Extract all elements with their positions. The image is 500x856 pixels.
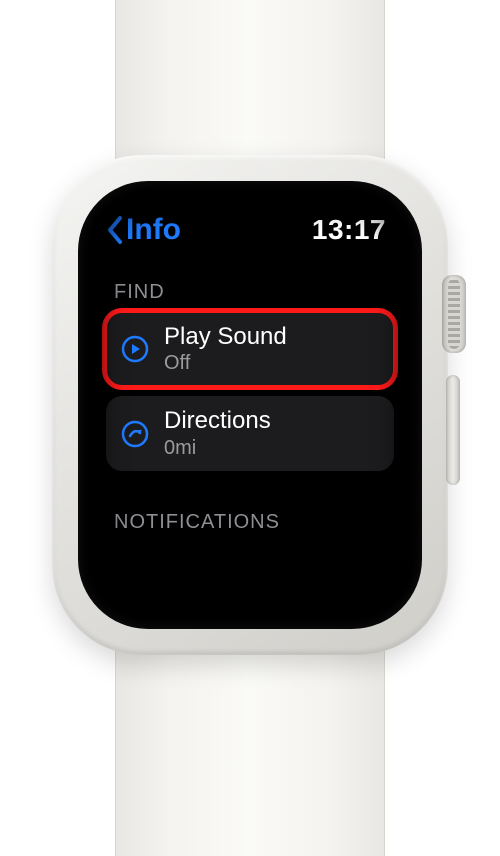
watch-band-bottom [115,626,385,856]
side-button[interactable] [446,375,460,485]
back-button[interactable]: Info [106,213,181,247]
back-label: Info [126,213,181,247]
cell-title: Play Sound [164,324,287,350]
digital-crown[interactable] [442,275,466,353]
cell-subtitle: 0mi [164,437,271,459]
section-label-find: FIND [96,255,404,312]
clock-time: 13:17 [312,214,386,246]
screen: Info 13:17 FIND Play Sound Off [96,199,404,611]
cell-texts: Directions 0mi [164,408,271,458]
cell-directions[interactable]: Directions 0mi [106,396,394,470]
section-label-notifications: NOTIFICATIONS [96,481,404,542]
screen-bezel: Info 13:17 FIND Play Sound Off [78,181,422,629]
cell-play-sound[interactable]: Play Sound Off [106,312,394,386]
chevron-left-icon [106,215,124,245]
play-circle-icon [118,332,152,366]
directions-icon [118,417,152,451]
title-bar: Info 13:17 [96,199,404,255]
watch-body: Info 13:17 FIND Play Sound Off [52,155,448,655]
cell-texts: Play Sound Off [164,324,287,374]
cell-title: Directions [164,408,271,434]
cell-subtitle: Off [164,352,287,374]
